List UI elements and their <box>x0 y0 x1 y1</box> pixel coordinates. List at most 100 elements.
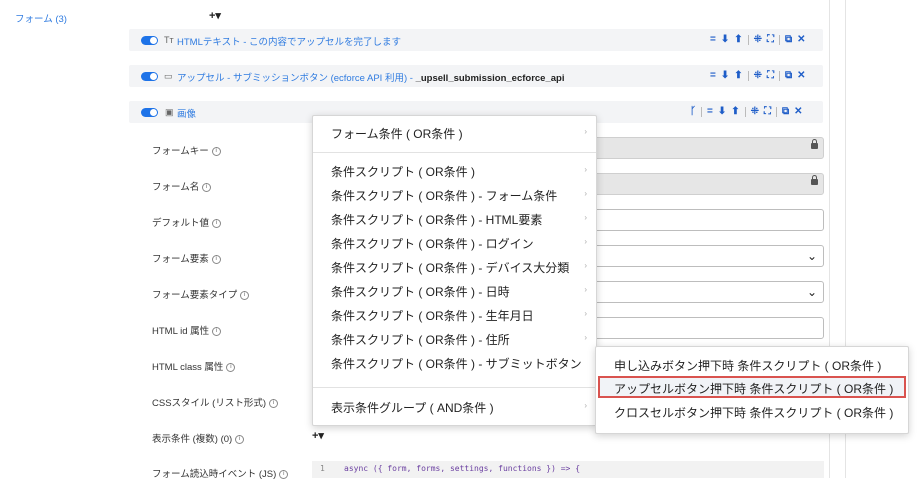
row-actions: = ⬇ ⬆ ⁜ ⛶ ⧉ ✕ <box>710 70 806 81</box>
display-conditions-link[interactable]: 表示条件 (複数) (0) i <box>152 431 245 445</box>
row-enable-toggle[interactable] <box>141 108 158 117</box>
info-icon[interactable]: i <box>211 254 221 264</box>
divider <box>747 70 749 81</box>
row-title[interactable]: HTMLテキスト - この内容でアップセルを完了します <box>177 34 401 48</box>
info-icon[interactable]: i <box>269 398 279 408</box>
copy-icon[interactable]: ⧉ <box>785 34 792 45</box>
row-actions: = ⬇ ⬆ ⁜ ⛶ ⧉ ✕ <box>710 34 806 45</box>
expand-icon[interactable]: ⛶ <box>767 34 774 45</box>
row-key: _upsell_submission_ecforce_api <box>415 73 565 84</box>
lock-icon <box>811 175 818 185</box>
menu-item-script-birthday[interactable]: 条件スクリプト ( OR条件 ) - 生年月日 <box>331 307 534 324</box>
copy-icon[interactable]: ⧉ <box>782 106 789 117</box>
form-key-input[interactable] <box>592 137 824 159</box>
button-type-icon: ▭ <box>164 71 173 81</box>
submenu-item-upsell-button[interactable]: アップセルボタン押下時 条件スクリプト ( OR条件 ) <box>614 380 893 397</box>
menu-item-condition-group[interactable]: 表示条件グループ ( AND条件 ) <box>331 399 494 416</box>
form-element-select[interactable]: ⌄ <box>592 245 824 267</box>
code-line[interactable]: async ({ form, forms, settings, function… <box>344 464 580 473</box>
divider <box>776 106 778 117</box>
reorder-icon[interactable]: = <box>707 106 713 117</box>
close-icon[interactable]: ✕ <box>797 34 805 45</box>
code-editor[interactable]: 1 async ({ form, forms, settings, functi… <box>312 461 824 478</box>
menu-item-script-html[interactable]: 条件スクリプト ( OR条件 ) - HTML要素 <box>331 211 542 228</box>
chevron-down-icon: ⌄ <box>806 285 817 299</box>
close-icon[interactable]: ✕ <box>794 106 802 117</box>
move-up-icon[interactable]: ⬆ <box>731 106 739 117</box>
copy-icon[interactable]: ⧉ <box>785 70 792 81</box>
submenu-arrow-icon: › <box>584 285 587 294</box>
field-label-form-element: フォーム要素 i <box>152 251 221 265</box>
reorder-icon[interactable]: = <box>710 70 716 81</box>
row-actions: ᚴ = ⬇ ⬆ ⁜ ⛶ ⧉ ✕ <box>690 106 803 117</box>
divider <box>744 106 746 117</box>
submenu-arrow-icon: › <box>584 401 587 410</box>
move-up-icon[interactable]: ⬆ <box>734 34 742 45</box>
form-element-type-select[interactable]: ⌄ <box>592 281 824 303</box>
info-icon[interactable]: i <box>226 362 236 372</box>
menu-item-script-form[interactable]: 条件スクリプト ( OR条件 ) - フォーム条件 <box>331 187 557 204</box>
row-enable-toggle[interactable] <box>141 72 158 81</box>
branch-icon[interactable]: ᚴ <box>690 106 696 117</box>
menu-item-script-datetime[interactable]: 条件スクリプト ( OR条件 ) - 日時 <box>331 283 510 300</box>
divider <box>779 70 781 81</box>
drag-icon[interactable]: ⁜ <box>754 34 762 45</box>
html-id-input[interactable] <box>592 317 824 339</box>
move-down-icon[interactable]: ⬇ <box>718 106 726 117</box>
menu-item-script-submit[interactable]: 条件スクリプト ( OR条件 ) - サブミットボタン <box>331 355 582 372</box>
field-label-form-element-type: フォーム要素タイプ i <box>152 287 250 301</box>
reorder-icon[interactable]: = <box>710 34 716 45</box>
row-enable-toggle[interactable] <box>141 36 158 45</box>
info-icon[interactable]: i <box>235 434 245 444</box>
field-label-form-name: フォーム名 i <box>152 179 212 193</box>
field-label-html-class: HTML class 属性 i <box>152 359 236 373</box>
menu-item-script-login[interactable]: 条件スクリプト ( OR条件 ) - ログイン <box>331 235 534 252</box>
divider <box>701 106 702 117</box>
submenu-arrow-icon: › <box>584 165 587 174</box>
menu-divider <box>313 387 596 388</box>
field-label-html-id: HTML id 属性 i <box>152 323 222 337</box>
submenu-arrow-icon: › <box>584 213 587 222</box>
expand-icon[interactable]: ⛶ <box>764 106 771 117</box>
submenu-item-apply-button[interactable]: 申し込みボタン押下時 条件スクリプト ( OR条件 ) <box>614 357 881 374</box>
lock-icon <box>811 139 818 149</box>
image-type-icon: ▣ <box>165 107 174 117</box>
menu-item-script-address[interactable]: 条件スクリプト ( OR条件 ) - 住所 <box>331 331 510 348</box>
line-number: 1 <box>320 464 325 473</box>
submenu-item-crosssell-button[interactable]: クロスセルボタン押下時 条件スクリプト ( OR条件 ) <box>614 404 893 421</box>
chevron-down-icon: ⌄ <box>806 249 817 263</box>
default-value-input[interactable] <box>592 209 824 231</box>
move-up-icon[interactable]: ⬆ <box>734 70 742 81</box>
field-label-form-key: フォームキー i <box>152 143 221 157</box>
drag-icon[interactable]: ⁜ <box>754 70 762 81</box>
move-down-icon[interactable]: ⬇ <box>721 34 729 45</box>
info-icon[interactable]: i <box>240 290 250 300</box>
condition-type-menu: フォーム条件 ( OR条件 ) › 条件スクリプト ( OR条件 ) › 条件ス… <box>312 115 597 426</box>
expand-icon[interactable]: ⛶ <box>767 70 774 81</box>
divider <box>747 34 749 45</box>
menu-divider <box>313 152 596 153</box>
row-title[interactable]: 画像 <box>177 106 196 120</box>
field-label-default-value: デフォルト値 i <box>152 215 222 229</box>
add-form-button[interactable]: +▾ <box>209 9 221 22</box>
close-icon[interactable]: ✕ <box>797 70 805 81</box>
submenu-arrow-icon: › <box>584 189 587 198</box>
menu-item-script[interactable]: 条件スクリプト ( OR条件 ) <box>331 163 475 180</box>
info-icon[interactable]: i <box>212 218 222 228</box>
submenu-arrow-icon: › <box>584 309 587 318</box>
field-label-css-style: CSSスタイル (リスト形式) i <box>152 395 279 409</box>
menu-item-script-device[interactable]: 条件スクリプト ( OR条件 ) - デバイス大分類 <box>331 259 569 276</box>
submit-button-submenu: 申し込みボタン押下時 条件スクリプト ( OR条件 ) アップセルボタン押下時 … <box>595 346 909 434</box>
row-title[interactable]: アップセル - サブミッションボタン (ecforce API 利用) - _u… <box>177 70 564 84</box>
submenu-arrow-icon: › <box>584 333 587 342</box>
drag-icon[interactable]: ⁜ <box>751 106 759 117</box>
divider <box>779 34 781 45</box>
add-condition-button[interactable]: +▾ <box>312 429 324 442</box>
form-name-input[interactable] <box>592 173 824 195</box>
info-icon[interactable]: i <box>202 182 212 192</box>
info-icon[interactable]: i <box>212 326 222 336</box>
menu-item-form-condition[interactable]: フォーム条件 ( OR条件 ) <box>331 125 463 142</box>
move-down-icon[interactable]: ⬇ <box>721 70 729 81</box>
info-icon[interactable]: i <box>211 146 221 156</box>
sidebar-item-form[interactable]: フォーム (3) <box>15 11 67 25</box>
